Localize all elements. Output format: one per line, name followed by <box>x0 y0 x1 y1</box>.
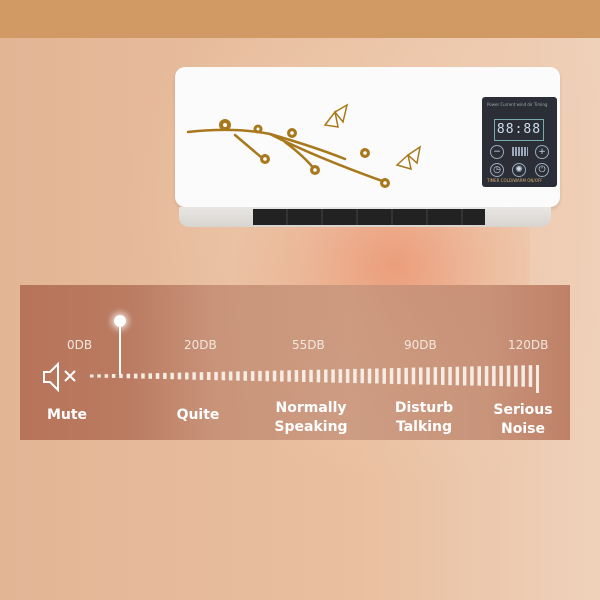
level-marker-handle[interactable] <box>114 315 126 327</box>
air-outlet-vent <box>253 209 485 225</box>
power-button[interactable]: ⏻ <box>535 163 549 177</box>
timer-button[interactable]: ◷ <box>490 163 504 177</box>
level-marker-stem <box>119 326 121 375</box>
panel-top-labels: Power Current wind dir Timing <box>487 102 548 107</box>
level-bars-icon <box>512 147 528 156</box>
label-mute: Mute <box>46 407 88 423</box>
db-label-90: 90DB <box>404 338 437 352</box>
label-normally-speaking: Normally Speaking <box>274 400 348 435</box>
panel-bottom-labels: TIMER COLD/WARM ON/OFF <box>487 178 543 183</box>
power-icon: ⏻ <box>538 165 546 175</box>
speaker-muted-icon <box>43 362 76 392</box>
db-label-20: 20DB <box>184 338 217 352</box>
label-serious-noise: Serious Noise <box>493 402 553 437</box>
mode-icon: ✺ <box>515 165 523 175</box>
db-label-55: 55DB <box>292 338 325 352</box>
clock-icon: ◷ <box>493 165 501 175</box>
label-quite: Quite <box>176 407 220 423</box>
cold-warm-button[interactable]: ✺ <box>512 163 526 177</box>
butterfly-icon <box>323 103 349 128</box>
butterfly-icon <box>395 145 422 171</box>
db-label-0: 0DB <box>67 338 93 352</box>
label-disturb-talking: Disturb Talking <box>394 400 454 435</box>
minus-button[interactable]: − <box>490 145 504 159</box>
wall-heater: Power Current wind dir Timing 88:88 − + … <box>175 67 560 227</box>
plus-button[interactable]: + <box>535 145 549 159</box>
db-label-120: 120DB <box>508 338 549 352</box>
control-panel: Power Current wind dir Timing 88:88 − + … <box>482 97 557 187</box>
led-display: 88:88 <box>494 119 544 141</box>
top-band <box>0 0 600 38</box>
flower-branch-decal <box>186 103 422 188</box>
